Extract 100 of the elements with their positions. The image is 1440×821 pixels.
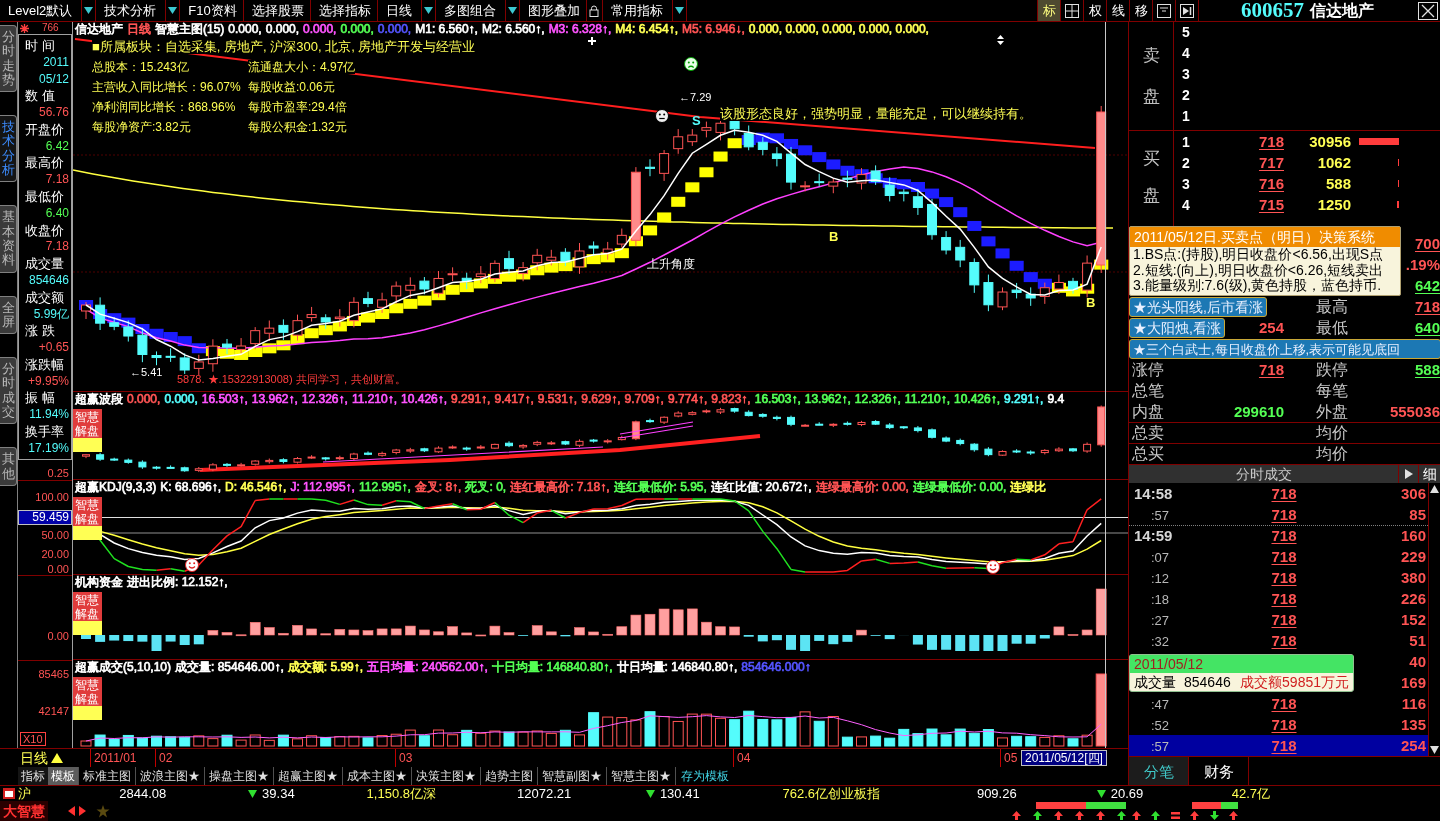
trade-row[interactable]: :07 718 229 <box>1129 546 1428 567</box>
trade-volume: 380 <box>1400 568 1426 586</box>
scroll-up-icon[interactable] <box>1430 485 1439 493</box>
brand-name: 大智慧 <box>0 801 48 821</box>
index-amount: 42.7亿 <box>1231 786 1270 801</box>
panel-tab[interactable]: 分笔 <box>1129 757 1189 785</box>
save-template-button[interactable]: 存为模板 <box>675 767 734 785</box>
legend-text: 0.000, 0.000, 0.000, 0.000, 0.000, <box>748 23 929 36</box>
trade-row[interactable]: :57 718 85 <box>1129 504 1428 525</box>
trade-row[interactable]: :27 718 152 <box>1129 609 1428 630</box>
trade-row[interactable]: :52 718 135 <box>1129 714 1428 735</box>
trade-row[interactable]: 14:59 718 160 <box>1129 525 1428 546</box>
triangle-left-icon[interactable] <box>68 806 75 816</box>
quote-value: 555036 <box>1389 402 1440 420</box>
menu-button[interactable]: 选择指标 <box>310 0 378 21</box>
menu-button[interactable]: Level2默认 <box>0 0 97 21</box>
menu-button[interactable]: 图形叠加 <box>519 0 587 21</box>
panel-tab[interactable]: 指标 <box>18 767 48 785</box>
side-tab[interactable]: 技术分析 <box>0 115 17 183</box>
template-tab[interactable]: 超赢主图★ <box>273 767 342 785</box>
period-label: 日线 <box>20 751 48 765</box>
legend-text: 成交量: 854646.00↑, <box>175 661 284 674</box>
legend-text: J: 112.995↑, <box>290 481 355 494</box>
side-tab[interactable]: 分时走势 <box>0 25 17 93</box>
side-tab[interactable]: 基本资料 <box>0 205 17 273</box>
menu-button[interactable]: 日线 <box>377 0 436 21</box>
axis-label: 20.00 <box>41 548 69 560</box>
indicator-badge[interactable]: 智慧解盘 <box>73 592 102 635</box>
trade-row[interactable]: :32 718 51 <box>1129 630 1428 651</box>
legend-text: 0.000, <box>265 23 300 36</box>
triangle-right-icon[interactable] <box>79 806 86 816</box>
star-icon[interactable] <box>96 804 110 818</box>
quote-label: 外盘 <box>1316 402 1348 420</box>
neutral-face-icon <box>655 109 669 123</box>
trade-row[interactable]: 14:58 718 306 <box>1129 483 1428 504</box>
trade-row[interactable]: :18 718 226 <box>1129 588 1428 609</box>
data-value: 2011 <box>42 54 69 70</box>
view-button[interactable]: 标 <box>1037 0 1060 21</box>
view-button[interactable]: 线 <box>1106 0 1129 21</box>
close-icon[interactable] <box>1418 1 1438 20</box>
template-tab[interactable]: 决策主图★ <box>411 767 480 785</box>
scroll-down-icon[interactable] <box>1430 746 1439 754</box>
smiley-icon <box>986 560 1000 574</box>
trade-price: 718 <box>1271 484 1297 502</box>
quote-value: 254 <box>1258 318 1284 336</box>
view-button[interactable]: 移 <box>1129 0 1152 21</box>
template-tab[interactable]: 波浪主图★ <box>135 767 204 785</box>
template-tab[interactable]: 智慧副图★ <box>537 767 606 785</box>
side-tab[interactable]: 全屏 <box>0 295 17 335</box>
level-number: 5 <box>1182 23 1190 42</box>
fact-text: 流通盘大小：4.97亿 <box>248 60 356 74</box>
legend-text: 0.000, <box>340 23 374 36</box>
indicator-badge[interactable]: 智慧解盘 <box>73 677 102 720</box>
panel-tab[interactable]: 模板 <box>48 767 78 785</box>
quote-label: 每笔 <box>1316 381 1348 399</box>
step-forward-icon[interactable] <box>1180 3 1194 18</box>
side-tab[interactable]: 其他 <box>0 447 17 486</box>
bid-volume: 30956 <box>1309 132 1351 150</box>
up-triangle-icon[interactable] <box>51 753 63 763</box>
template-tab[interactable]: 标准主图 <box>78 767 135 785</box>
legend-text: 112.995↑, <box>358 481 411 494</box>
menu-button[interactable]: 多图组合 <box>435 0 520 21</box>
legend-text: 死叉: 0, <box>465 481 507 494</box>
legend-text: 五日均量: 240562.00↑, <box>367 661 488 674</box>
indicator-badge[interactable]: 智慧解盘 <box>73 497 102 540</box>
menu-button[interactable]: F10资料 <box>180 0 244 21</box>
template-tab[interactable]: 趋势主图 <box>480 767 537 785</box>
menu-button[interactable]: 常用指标 <box>602 0 687 21</box>
price-marker: ←5.41 <box>130 366 163 378</box>
trade-time: 14:59 <box>1134 527 1173 544</box>
legend-text: 廿日均量: 146840.80↑, <box>616 661 738 674</box>
lock-icon[interactable] <box>589 4 600 17</box>
crosshair-icon[interactable] <box>1065 3 1079 18</box>
trade-row[interactable]: :57 718 254 <box>1129 735 1428 756</box>
trade-volume: 85 <box>1409 505 1426 523</box>
trade-row[interactable]: :47 718 116 <box>1129 693 1428 714</box>
data-value: 6.40 <box>44 205 69 221</box>
trade-time: :57 <box>1151 507 1170 523</box>
up-arrow-icon <box>1012 811 1021 820</box>
trade-row[interactable]: :12 718 380 <box>1129 567 1428 588</box>
menu-button[interactable]: 技术分析 <box>96 0 181 21</box>
window-icon[interactable] <box>1157 3 1171 18</box>
view-button[interactable]: 权 <box>1083 0 1106 21</box>
index-name: 沪 <box>18 786 31 801</box>
template-tab[interactable]: 智慧主图★ <box>606 767 675 785</box>
side-tab[interactable]: 分时成交 <box>0 357 17 425</box>
axis-label: 766 <box>42 23 59 33</box>
template-tab[interactable]: 成本主图★ <box>342 767 411 785</box>
up-arrow-icon <box>1054 811 1063 820</box>
data-label: 振 幅 <box>24 390 56 406</box>
template-tab[interactable]: 操盘主图★ <box>204 767 273 785</box>
scrollbar[interactable] <box>1428 483 1440 756</box>
detail-button[interactable]: 细 <box>1418 465 1440 483</box>
popup-amount: 成交额59851万元 <box>1240 675 1349 689</box>
legend-text: 0.000, <box>303 23 337 36</box>
triangle-right-icon[interactable] <box>1404 469 1413 479</box>
side-label: 盘 <box>1142 88 1160 106</box>
menu-button[interactable]: 选择股票 <box>243 0 311 21</box>
legend-text: M4: 6.454↑, <box>615 23 679 36</box>
indicator-badge[interactable]: 智慧解盘 <box>73 409 102 452</box>
